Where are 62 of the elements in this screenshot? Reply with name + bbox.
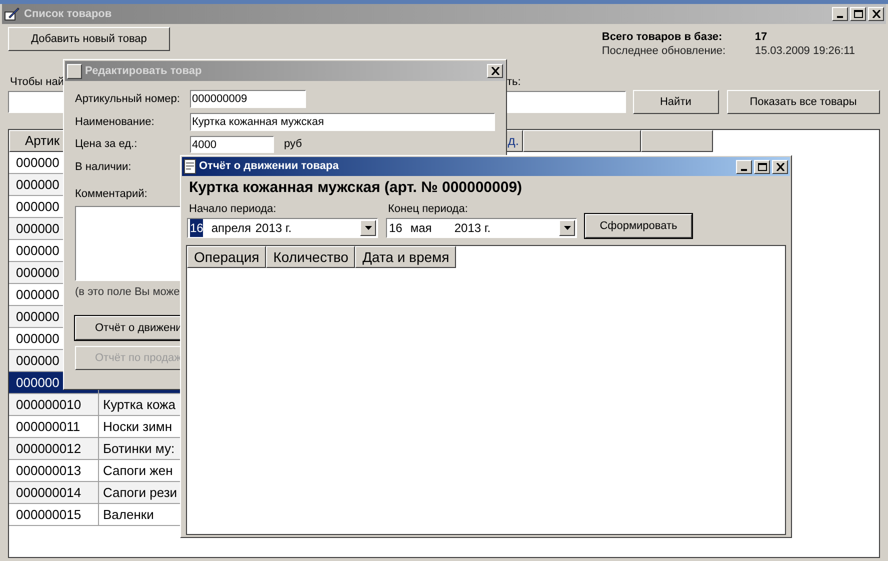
window-title: Список товаров <box>24 6 112 22</box>
currency-label: руб <box>284 137 302 152</box>
field-label: Наименование: <box>75 114 156 130</box>
caret-down-icon <box>564 226 570 230</box>
close-button[interactable] <box>772 160 788 174</box>
month-text: апреля <box>211 220 252 237</box>
close-icon <box>776 162 784 170</box>
add-item-button[interactable]: Добавить новый товар <box>8 27 170 51</box>
column-header[interactable] <box>641 130 713 152</box>
window-title: Редактировать товар <box>85 64 202 79</box>
dropdown-button[interactable] <box>559 220 575 236</box>
table-cell: Сапоги рези <box>103 485 178 500</box>
find-button[interactable]: Найти <box>632 90 719 114</box>
table-cell: Валенки <box>103 507 154 522</box>
article-field[interactable]: 000000009 <box>190 90 306 108</box>
total-value: 17 <box>754 30 768 44</box>
maximize-icon <box>854 10 862 18</box>
dropdown-button[interactable] <box>360 220 376 236</box>
minimize-button[interactable] <box>736 160 752 174</box>
updated-label: Последнее обновление: <box>602 44 727 58</box>
day-text: 16 <box>389 220 402 237</box>
maximize-icon <box>758 162 766 170</box>
table-cell: Носки зимн <box>103 419 172 434</box>
period-label: Начало периода: <box>189 202 278 216</box>
search-label: ть: <box>507 75 521 89</box>
close-icon <box>490 67 500 75</box>
date-picker[interactable]: 16 мая 2013 г. <box>386 218 577 238</box>
report-heading: Куртка кожанная мужская (арт. № 000000009) <box>189 179 522 197</box>
maximize-button[interactable] <box>850 7 866 21</box>
minimize-button[interactable] <box>832 7 848 21</box>
column-header[interactable] <box>523 130 641 152</box>
show-all-button[interactable]: Показать все товары <box>726 90 880 114</box>
table-cell: Сапоги жен <box>103 463 173 478</box>
close-button[interactable] <box>868 7 884 21</box>
period-label: Конец периода: <box>388 202 469 216</box>
close-button[interactable] <box>487 64 503 78</box>
day-text: 16 <box>190 219 204 237</box>
generate-button[interactable]: Сформировать <box>585 214 692 238</box>
minimize-icon <box>741 168 747 170</box>
table-cell: 000000015 <box>9 504 99 526</box>
table-cell: Куртка кожа <box>103 397 176 412</box>
name-field[interactable]: Куртка кожанная мужская <box>190 113 495 131</box>
table-cell: Ботинки му: <box>103 441 175 456</box>
column-header[interactable]: Дата и время <box>355 246 456 268</box>
column-header[interactable]: Количество <box>266 246 356 268</box>
price-field[interactable]: 4000 <box>190 136 274 153</box>
column-header[interactable]: Операция <box>187 246 266 268</box>
caret-down-icon <box>364 226 372 230</box>
total-label: Всего товаров в базе: <box>602 30 724 44</box>
maximize-button[interactable] <box>754 160 770 174</box>
document-icon <box>184 159 196 174</box>
minimize-icon <box>837 16 843 18</box>
pencil-icon <box>4 6 20 22</box>
field-label: Артикульный номер: <box>75 92 181 107</box>
year-text: 2013 г. <box>454 220 491 237</box>
close-icon <box>872 10 880 18</box>
window-title: Отчёт о движении товара <box>199 159 339 174</box>
updated-value: 15.03.2009 19:26:11 <box>754 44 855 58</box>
date-picker[interactable]: 16 апреля 2013 г. <box>187 218 378 238</box>
window-icon <box>67 64 82 78</box>
year-text: 2013 г. <box>255 220 292 237</box>
month-text: мая <box>410 220 433 237</box>
